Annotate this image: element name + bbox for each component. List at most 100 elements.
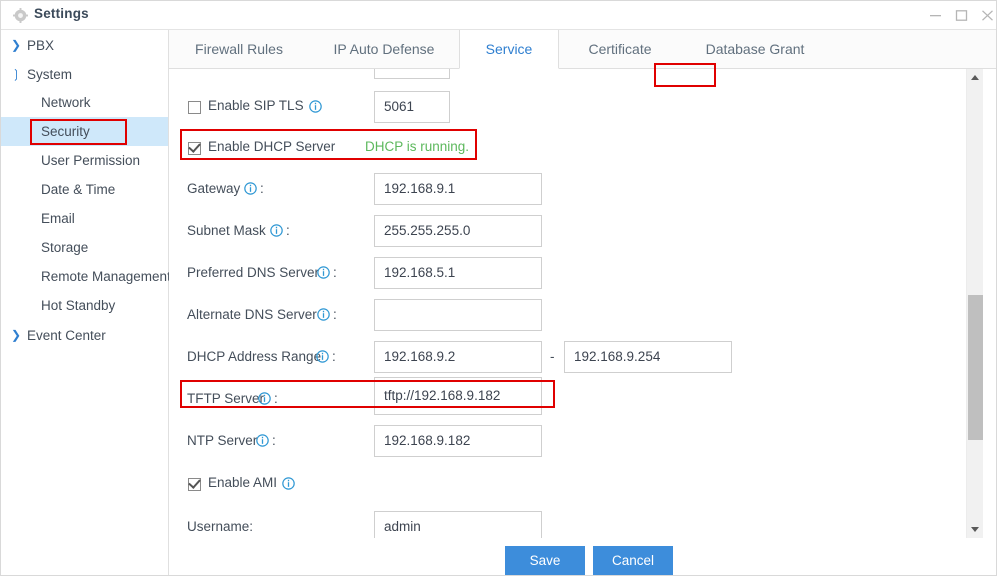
info-icon[interactable] (309, 100, 322, 113)
preferred-dns-colon: : (333, 265, 337, 280)
sidebar-item-label: Email (41, 211, 75, 226)
maximize-button[interactable] (949, 1, 975, 29)
gateway-label: Gateway (187, 181, 241, 196)
sidebar-item-label: Network (41, 95, 91, 110)
scrollbar-thumb[interactable] (968, 295, 983, 440)
subnet-mask-label: Subnet Mask (187, 223, 266, 238)
maximize-icon (955, 10, 968, 21)
info-icon[interactable] (270, 224, 283, 237)
sidebar-item-user-permission[interactable]: User Permission (1, 146, 168, 175)
close-icon (982, 10, 993, 21)
enable-sip-tls-label: Enable SIP TLS (208, 98, 304, 113)
info-icon[interactable] (244, 182, 257, 195)
save-button[interactable]: Save (505, 546, 585, 575)
minimize-icon (930, 15, 941, 17)
row-alternate-dns-server: Alternate DNS Server : (169, 299, 969, 331)
tab-service[interactable]: Service (459, 30, 559, 69)
info-icon[interactable] (258, 392, 271, 405)
info-icon[interactable] (282, 477, 295, 490)
row-preferred-dns-server: Preferred DNS Server : 192.168.5.1 (169, 257, 969, 289)
gateway-colon: : (260, 181, 264, 196)
chevron-right-icon: ❯ (11, 327, 22, 342)
sidebar-item-network[interactable]: Network (1, 88, 168, 117)
info-icon[interactable] (316, 350, 329, 363)
sidebar-navigation: ❯ PBX ❳ System Network Security User Permi… (1, 30, 171, 575)
cancel-button[interactable]: Cancel (593, 546, 673, 575)
sidebar-item-label: Event Center (27, 327, 106, 343)
sidebar-item-system[interactable]: ❳ System (1, 59, 168, 88)
username-label: Username: (187, 519, 254, 534)
sidebar-item-label: Remote Management (41, 269, 171, 284)
row-subnet-mask: Subnet Mask : 255.255.255.0 (169, 215, 969, 247)
tab-certificate[interactable]: Certificate (559, 30, 681, 69)
tab-database-grant[interactable]: Database Grant (681, 30, 829, 69)
minimize-button[interactable] (923, 1, 949, 29)
enable-ami-label: Enable AMI (208, 475, 278, 490)
sip-tls-port-input[interactable]: 5061 (374, 91, 450, 123)
tab-ip-auto-defense[interactable]: IP Auto Defense (309, 30, 459, 69)
tab-label: Database Grant (705, 41, 805, 57)
sidebar-item-pbx[interactable]: ❯ PBX (1, 30, 168, 59)
vertical-scrollbar[interactable] (966, 69, 983, 538)
alternate-dns-input[interactable] (374, 299, 542, 331)
close-button[interactable] (975, 1, 996, 29)
sidebar-item-label: Storage (41, 240, 89, 255)
subnet-mask-input[interactable]: 255.255.255.0 (374, 215, 542, 247)
scroll-up-arrow-icon[interactable] (967, 69, 983, 86)
settings-window: Settings ❯ PBX ❳ System Network Security… (0, 0, 997, 576)
row-ntp-server: NTP Server : 192.168.9.182 (169, 425, 969, 457)
row-enable-dhcp-server: Enable DHCP Server DHCP is running. (169, 129, 969, 163)
clipped-field-above[interactable] (374, 69, 450, 79)
enable-dhcp-server-checkbox[interactable] (188, 142, 201, 155)
dhcp-range-label: DHCP Address Range (187, 349, 322, 364)
tab-label: Service (485, 41, 533, 57)
sidebar-item-label: Date & Time (41, 182, 116, 197)
info-icon[interactable] (256, 434, 269, 447)
row-enable-sip-tls: Enable SIP TLS 5061 (169, 91, 969, 123)
sidebar-item-event-center[interactable]: ❯ Event Center (1, 320, 168, 349)
tab-label: Certificate (588, 41, 652, 57)
sidebar-item-email[interactable]: Email (1, 204, 168, 233)
scroll-down-arrow-icon[interactable] (967, 521, 983, 538)
enable-dhcp-server-label: Enable DHCP Server (208, 139, 336, 154)
tab-firewall-rules[interactable]: Firewall Rules (169, 30, 309, 69)
sidebar-item-date-time[interactable]: Date & Time (1, 175, 168, 204)
gear-icon (13, 8, 28, 23)
sidebar-item-security[interactable]: Security (1, 117, 168, 146)
window-title: Settings (34, 6, 89, 21)
dhcp-range-end-input[interactable]: 192.168.9.254 (564, 341, 732, 373)
info-icon[interactable] (317, 266, 330, 279)
row-enable-ami: Enable AMI (169, 475, 969, 499)
dhcp-range-colon: : (332, 349, 336, 364)
preferred-dns-input[interactable]: 192.168.5.1 (374, 257, 542, 289)
tftp-server-input[interactable]: tftp://192.168.9.182 (374, 377, 542, 415)
enable-ami-checkbox[interactable] (188, 478, 201, 491)
ntp-server-input[interactable]: 192.168.9.182 (374, 425, 542, 457)
preferred-dns-label: Preferred DNS Server (187, 265, 320, 280)
sidebar-item-remote-management[interactable]: Remote Management (1, 262, 171, 291)
info-icon[interactable] (317, 308, 330, 321)
username-input[interactable]: admin (374, 511, 542, 538)
dhcp-range-separator: - (550, 349, 555, 364)
tab-bar: Firewall Rules IP Auto Defense Service C… (169, 30, 996, 69)
subnet-mask-colon: : (286, 223, 290, 238)
row-tftp-server: TFTP Server : tftp://192.168.9.182 (169, 377, 969, 415)
service-settings-form: Enable SIP TLS 5061 Enable DHCP Server D… (169, 69, 996, 538)
ntp-server-colon: : (272, 433, 276, 448)
form-footer: Save Cancel (169, 538, 996, 575)
enable-sip-tls-checkbox[interactable] (188, 101, 201, 114)
ntp-server-label: NTP Server (187, 433, 258, 448)
main-content: Firewall Rules IP Auto Defense Service C… (169, 30, 996, 575)
chevron-down-icon: ❳ (11, 66, 22, 81)
gateway-input[interactable]: 192.168.9.1 (374, 173, 542, 205)
sidebar-item-hot-standby[interactable]: Hot Standby (1, 291, 168, 320)
alternate-dns-label: Alternate DNS Server (187, 307, 317, 322)
row-dhcp-address-range: DHCP Address Range : 192.168.9.2 - 192.1… (169, 341, 969, 373)
row-gateway: Gateway : 192.168.9.1 (169, 173, 969, 205)
tab-label: IP Auto Defense (333, 41, 435, 57)
sidebar-item-storage[interactable]: Storage (1, 233, 168, 262)
tftp-server-colon: : (274, 391, 278, 406)
sidebar-item-label: Security (41, 124, 90, 139)
dhcp-range-start-input[interactable]: 192.168.9.2 (374, 341, 542, 373)
sidebar-item-label: System (27, 66, 73, 82)
